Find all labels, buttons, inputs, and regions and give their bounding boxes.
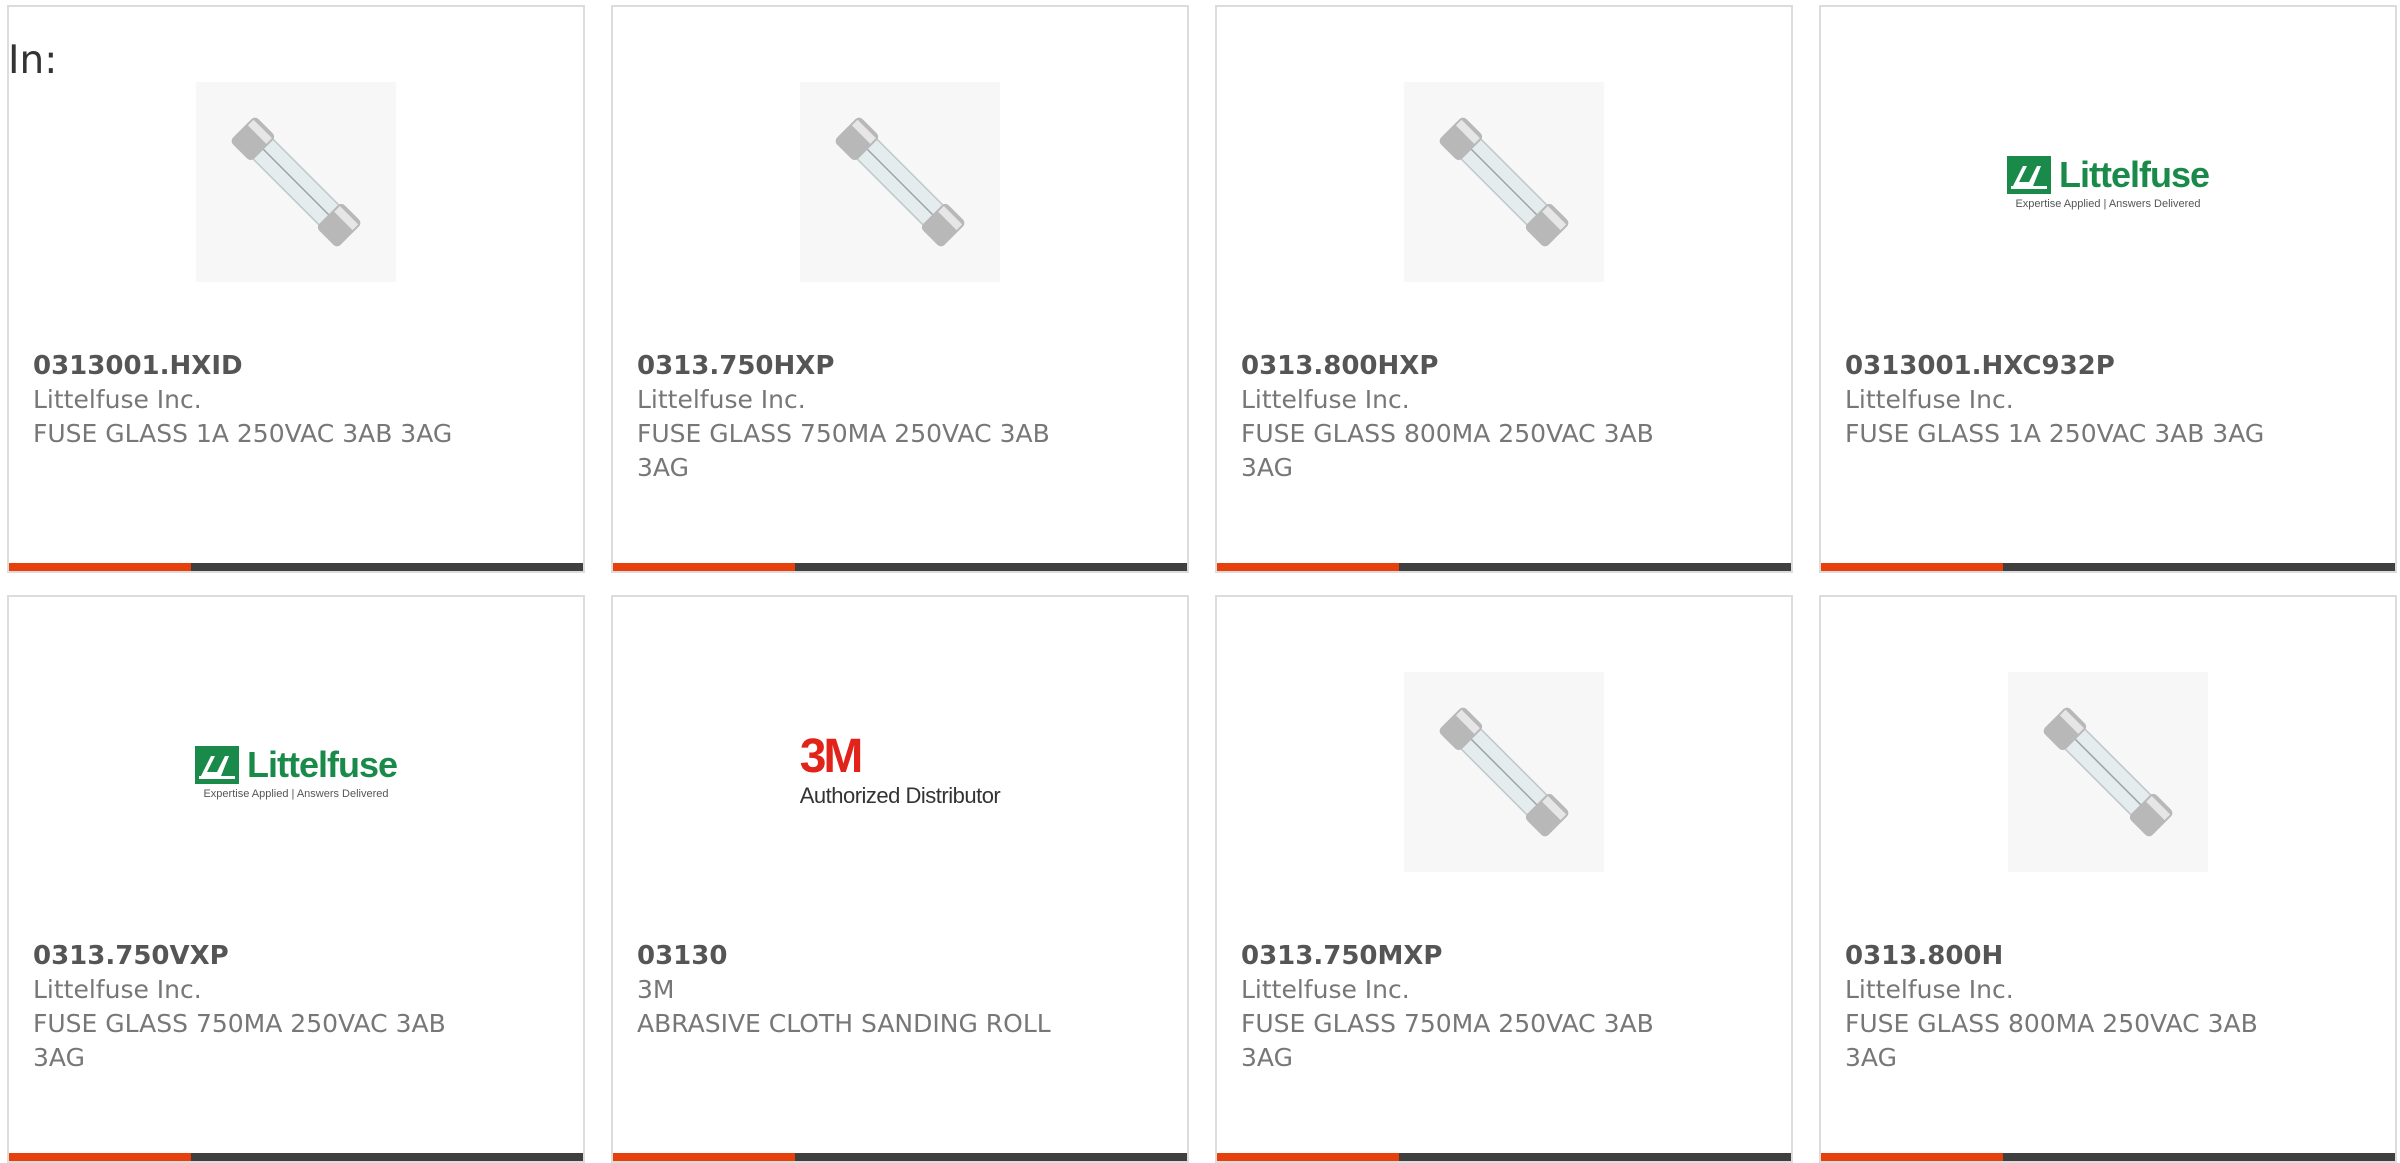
littelfuse-logo: Littelfuse Expertise Applied | Answers D… (194, 744, 398, 800)
3m-wordmark: 3M (799, 730, 864, 783)
card-bottom-bar (1821, 1153, 2395, 1161)
manufacturer: Littelfuse Inc. (637, 385, 806, 414)
product-thumbnail (1217, 77, 1791, 287)
product-description: FUSE GLASS 1A 250VAC 3AB 3AG (33, 419, 453, 448)
product-card[interactable]: 0313.800H Littelfuse Inc. FUSE GLASS 800… (1819, 595, 2397, 1163)
card-accent-bar (1821, 563, 2003, 571)
product-description: ABRASIVE CLOTH SANDING ROLL (637, 1009, 1051, 1038)
manufacturer: Littelfuse Inc. (1845, 975, 2014, 1004)
3m-logo: 3M Authorized Distributor (799, 730, 1001, 809)
manufacturer: Littelfuse Inc. (33, 385, 202, 414)
littelfuse-tagline: Expertise Applied | Answers Delivered (2015, 198, 2201, 210)
part-number[interactable]: 0313.750HXP (637, 349, 1167, 383)
product-thumbnail: Littelfuse Expertise Applied | Answers D… (9, 667, 583, 877)
product-card[interactable]: 0313001.HXID Littelfuse Inc. FUSE GLASS … (7, 5, 585, 573)
part-number[interactable]: 0313001.HXID (33, 349, 563, 383)
littelfuse-wordmark: Littelfuse (2058, 154, 2210, 195)
manufacturer: Littelfuse Inc. (1845, 385, 2014, 414)
product-card[interactable]: 0313.750MXP Littelfuse Inc. FUSE GLASS 7… (1215, 595, 1793, 1163)
card-bottom-bar (9, 1153, 583, 1161)
product-thumbnail: 3M Authorized Distributor (613, 667, 1187, 877)
manufacturer: 3M (637, 975, 675, 1004)
card-bottom-bar (1217, 1153, 1791, 1161)
card-accent-bar (613, 563, 795, 571)
glass-fuse-image (800, 82, 1000, 282)
product-thumbnail (1821, 667, 2395, 877)
product-thumbnail: Littelfuse Expertise Applied | Answers D… (1821, 77, 2395, 287)
glass-fuse-image (1404, 672, 1604, 872)
product-description: FUSE GLASS 750MA 250VAC 3AB 3AG (1241, 1009, 1654, 1072)
littelfuse-mark-icon (194, 746, 239, 784)
product-thumbnail (9, 77, 583, 287)
card-bottom-bar (9, 563, 583, 571)
glass-fuse-image (2008, 672, 2208, 872)
product-description: FUSE GLASS 800MA 250VAC 3AB 3AG (1845, 1009, 2258, 1072)
part-number[interactable]: 0313.800HXP (1241, 349, 1771, 383)
manufacturer: Littelfuse Inc. (33, 975, 202, 1004)
card-bottom-bar (1217, 563, 1791, 571)
glass-fuse-image (196, 82, 396, 282)
card-accent-bar (1821, 1153, 2003, 1161)
product-description: FUSE GLASS 800MA 250VAC 3AB 3AG (1241, 419, 1654, 482)
manufacturer: Littelfuse Inc. (1241, 975, 1410, 1004)
card-accent-bar (9, 563, 191, 571)
littelfuse-wordmark: Littelfuse (246, 744, 398, 785)
in-label: In: (8, 38, 58, 83)
product-thumbnail (613, 77, 1187, 287)
product-card[interactable]: 0313.750HXP Littelfuse Inc. FUSE GLASS 7… (611, 5, 1189, 573)
card-bottom-bar (613, 1153, 1187, 1161)
product-thumbnail (1217, 667, 1791, 877)
card-accent-bar (1217, 1153, 1399, 1161)
littelfuse-logo: Littelfuse Expertise Applied | Answers D… (2006, 154, 2210, 210)
product-card[interactable]: Littelfuse Expertise Applied | Answers D… (1819, 5, 2397, 573)
part-number[interactable]: 0313.750MXP (1241, 939, 1771, 973)
product-card[interactable]: 3M Authorized Distributor 03130 3M ABRAS… (611, 595, 1189, 1163)
card-accent-bar (9, 1153, 191, 1161)
authorized-distributor-label: Authorized Distributor (799, 783, 1001, 808)
part-number[interactable]: 03130 (637, 939, 1167, 973)
glass-fuse-image (1404, 82, 1604, 282)
part-number[interactable]: 0313001.HXC932P (1845, 349, 2375, 383)
card-bottom-bar (613, 563, 1187, 571)
product-description: FUSE GLASS 750MA 250VAC 3AB 3AG (637, 419, 1050, 482)
card-bottom-bar (1821, 563, 2395, 571)
littelfuse-tagline: Expertise Applied | Answers Delivered (203, 788, 389, 800)
product-card[interactable]: 0313.800HXP Littelfuse Inc. FUSE GLASS 8… (1215, 5, 1793, 573)
manufacturer: Littelfuse Inc. (1241, 385, 1410, 414)
product-description: FUSE GLASS 750MA 250VAC 3AB 3AG (33, 1009, 446, 1072)
card-accent-bar (1217, 563, 1399, 571)
product-card[interactable]: Littelfuse Expertise Applied | Answers D… (7, 595, 585, 1163)
product-description: FUSE GLASS 1A 250VAC 3AB 3AG (1845, 419, 2265, 448)
card-accent-bar (613, 1153, 795, 1161)
part-number[interactable]: 0313.800H (1845, 939, 2375, 973)
littelfuse-mark-icon (2006, 156, 2051, 194)
part-number[interactable]: 0313.750VXP (33, 939, 563, 973)
